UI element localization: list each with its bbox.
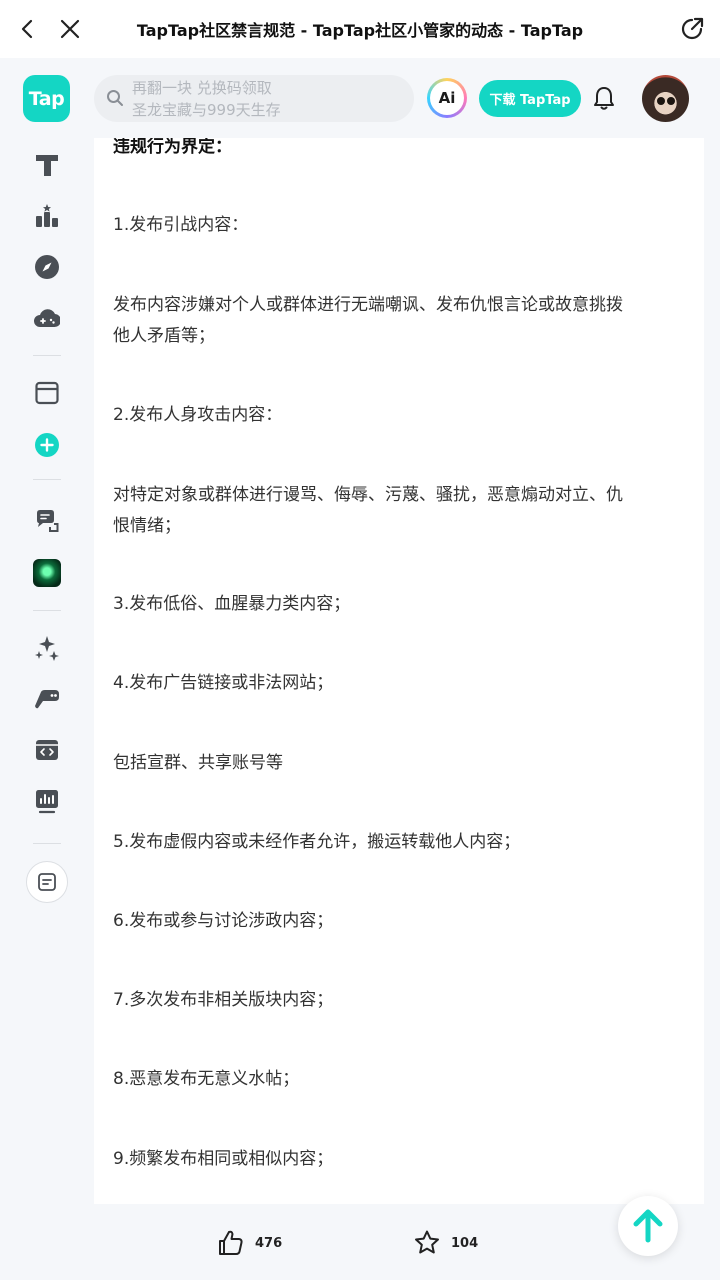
sidebar-item-dev[interactable] <box>33 736 61 764</box>
sidebar-item-sparkle[interactable] <box>33 634 61 662</box>
add-icon <box>35 433 59 457</box>
sidebar-item-controller[interactable] <box>33 685 61 713</box>
rule-item-text: 发布内容涉嫌对个人或群体进行无端嘲讽、发布仇恨言论或故意挑拨 <box>113 295 623 315</box>
search-icon <box>107 90 123 106</box>
page-title: TapTap社区禁言规范 - TapTap社区小管家的动态 - TapTap <box>136 21 584 40</box>
sidebar-item-home[interactable] <box>33 151 61 179</box>
rule-item-text: 对特定对象或群体进行谩骂、侮辱、污蔑、骚扰，恶意煽动对立、仇 <box>113 485 623 505</box>
favorite-count: 104 <box>451 1235 479 1251</box>
sidebar-item-stats[interactable] <box>33 787 61 815</box>
close-button[interactable] <box>50 9 90 49</box>
share-icon <box>681 17 704 40</box>
sidebar-divider <box>33 479 61 480</box>
controller-icon <box>35 690 59 709</box>
avatar[interactable] <box>642 75 689 122</box>
section-heading: 违规行为界定： <box>113 138 232 157</box>
close-icon <box>60 19 80 39</box>
sidebar-divider <box>33 843 61 844</box>
bell-icon[interactable] <box>592 85 616 111</box>
left-sidebar <box>0 138 94 1280</box>
share-button[interactable] <box>672 9 712 49</box>
rule-item-title: 3.发布低俗、血腥暴力类内容； <box>113 594 351 614</box>
stats-icon <box>36 790 58 814</box>
rule-item-title: 5.发布虚假内容或未经作者允许，搬运转载他人内容； <box>113 832 521 852</box>
sidebar-divider <box>33 610 61 611</box>
avatar-eye-left <box>657 97 665 105</box>
home-icon <box>36 155 58 176</box>
search-placeholder-line1: 再翻一块 兑换码领取 <box>132 79 272 97</box>
sidebar-item-notes[interactable] <box>26 861 68 903</box>
sidebar-item-ranking[interactable] <box>33 202 61 230</box>
sidebar-item-explore[interactable] <box>33 253 61 281</box>
star-icon <box>415 1230 439 1254</box>
sparkle-icon <box>35 636 59 661</box>
search-input[interactable]: 再翻一块 兑换码领取 圣龙宝藏与999天生存 <box>94 75 414 122</box>
window-icon <box>35 381 59 405</box>
rule-item-title: 7.多次发布非相关版块内容； <box>113 990 334 1010</box>
sidebar-item-cloud-game[interactable] <box>33 304 61 332</box>
rule-item-text: 包括宣群、共享账号等 <box>113 753 283 773</box>
ai-button[interactable]: Ai <box>427 78 467 118</box>
post-content: 违规行为界定： 1.发布引战内容： 发布内容涉嫌对个人或群体进行无端嘲讽、发布仇… <box>94 138 704 1204</box>
favorite-button[interactable]: 104 <box>413 1228 478 1258</box>
sidebar-divider <box>33 355 61 356</box>
search-placeholder-line2: 圣龙宝藏与999天生存 <box>132 101 281 119</box>
rule-item-title: 8.恶意发布无意义水帖； <box>113 1069 300 1089</box>
sidebar-item-chat[interactable] <box>33 507 61 535</box>
sidebar-item-add[interactable] <box>33 431 61 459</box>
ranking-icon <box>36 204 58 227</box>
like-button[interactable]: 476 <box>217 1228 282 1258</box>
dev-icon <box>36 740 58 760</box>
taptap-logo[interactable]: Tap <box>23 75 70 122</box>
avatar-eye-right <box>667 97 675 105</box>
rule-item-title: 1.发布引战内容： <box>113 215 249 235</box>
arrow-up-icon <box>633 1209 663 1243</box>
search-placeholder: 再翻一块 兑换码领取 圣龙宝藏与999天生存 <box>132 77 402 121</box>
compass-icon <box>35 255 59 279</box>
site-header: Tap 再翻一块 兑换码领取 圣龙宝藏与999天生存 Ai 下载 TapTap <box>0 58 720 138</box>
rule-item-text: 恨情绪； <box>113 516 181 536</box>
cloud-game-icon <box>34 309 60 328</box>
ai-label: Ai <box>430 81 464 115</box>
rule-item-title: 4.发布广告链接或非法网站； <box>113 673 334 693</box>
scroll-to-top-button[interactable] <box>618 1196 678 1256</box>
like-count: 476 <box>255 1235 283 1251</box>
chevron-left-icon <box>21 19 33 39</box>
rule-item-title: 6.发布或参与讨论涉政内容； <box>113 911 334 931</box>
rule-item-text: 他人矛盾等； <box>113 326 215 346</box>
thumbs-up-icon <box>219 1230 243 1255</box>
browser-toolbar: TapTap社区禁言规范 - TapTap社区小管家的动态 - TapTap <box>0 0 720 58</box>
sidebar-item-window[interactable] <box>33 379 61 407</box>
rule-item-title: 2.发布人身攻击内容： <box>113 405 283 425</box>
notes-icon <box>38 873 56 891</box>
sidebar-item-game-thumbnail[interactable] <box>33 559 61 587</box>
chat-icon <box>37 510 59 532</box>
rule-item-title: 9.频繁发布相同或相似内容； <box>113 1149 334 1169</box>
back-button[interactable] <box>8 9 48 49</box>
download-taptap-button[interactable]: 下载 TapTap <box>479 80 581 117</box>
